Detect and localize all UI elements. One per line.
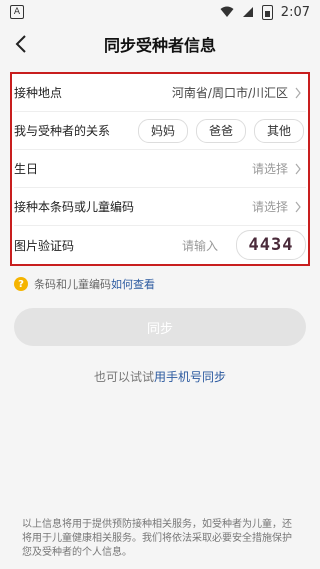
wifi-icon — [220, 6, 234, 17]
page-title: 同步受种者信息 — [103, 36, 216, 55]
location-label: 接种地点 — [14, 86, 63, 100]
birthday-label: 生日 — [14, 162, 39, 176]
how-to-view-link[interactable]: 如何查看 — [111, 276, 155, 292]
status-bar: A 2:07 — [0, 0, 320, 24]
notification-icon: A — [10, 5, 24, 19]
chevron-right-icon — [295, 87, 301, 98]
birthday-placeholder: 请选择 — [251, 162, 288, 176]
form-card: 接种地点 河南省/周口市/川汇区 我与受种者的关系 妈妈 爸爸 其他 生日 请选… — [10, 72, 310, 266]
captcha-image[interactable]: 4434 — [236, 230, 306, 260]
privacy-disclaimer: 以上信息将用于提供预防接种相关服务，如受种者为儿童，还将用于儿童健康相关服务。我… — [22, 519, 292, 558]
back-arrow-icon[interactable] — [10, 32, 34, 56]
barcode-label: 接种本条码或儿童编码 — [14, 200, 135, 214]
captcha-input[interactable]: 请输入 — [182, 237, 218, 254]
status-time: 2:07 — [280, 4, 310, 20]
location-row[interactable]: 接种地点 河南省/周口市/川汇区 — [14, 74, 306, 112]
alternative-option: 也可以试试用手机号同步 — [0, 368, 320, 385]
barcode-placeholder: 请选择 — [251, 200, 288, 214]
hint-text: 条码和儿童编码 — [34, 278, 111, 291]
battery-icon — [261, 4, 273, 20]
relation-option-other[interactable]: 其他 — [253, 118, 304, 143]
location-value: 河南省/周口市/川汇区 — [171, 86, 288, 100]
header: 同步受种者信息 — [0, 24, 320, 64]
signal-icon — [242, 7, 253, 17]
relation-option-mom[interactable]: 妈妈 — [137, 118, 188, 143]
phone-sync-link[interactable]: 用手机号同步 — [154, 370, 226, 384]
relation-label: 我与受种者的关系 — [14, 124, 111, 138]
sync-button[interactable]: 同步 — [14, 308, 306, 346]
chevron-right-icon — [295, 201, 301, 212]
barcode-row[interactable]: 接种本条码或儿童编码 请选择 — [14, 188, 306, 226]
relation-option-dad[interactable]: 爸爸 — [195, 118, 246, 143]
chevron-right-icon — [295, 163, 301, 174]
captcha-row: 图片验证码 请输入 4434 — [14, 226, 306, 264]
relation-row: 我与受种者的关系 妈妈 爸爸 其他 — [14, 112, 306, 150]
barcode-hint: ? 条码和儿童编码 如何查看 — [14, 276, 155, 292]
alt-text: 也可以试试 — [93, 370, 154, 384]
birthday-row[interactable]: 生日 请选择 — [14, 150, 306, 188]
question-icon: ? — [14, 277, 28, 291]
captcha-label: 图片验证码 — [14, 238, 75, 253]
